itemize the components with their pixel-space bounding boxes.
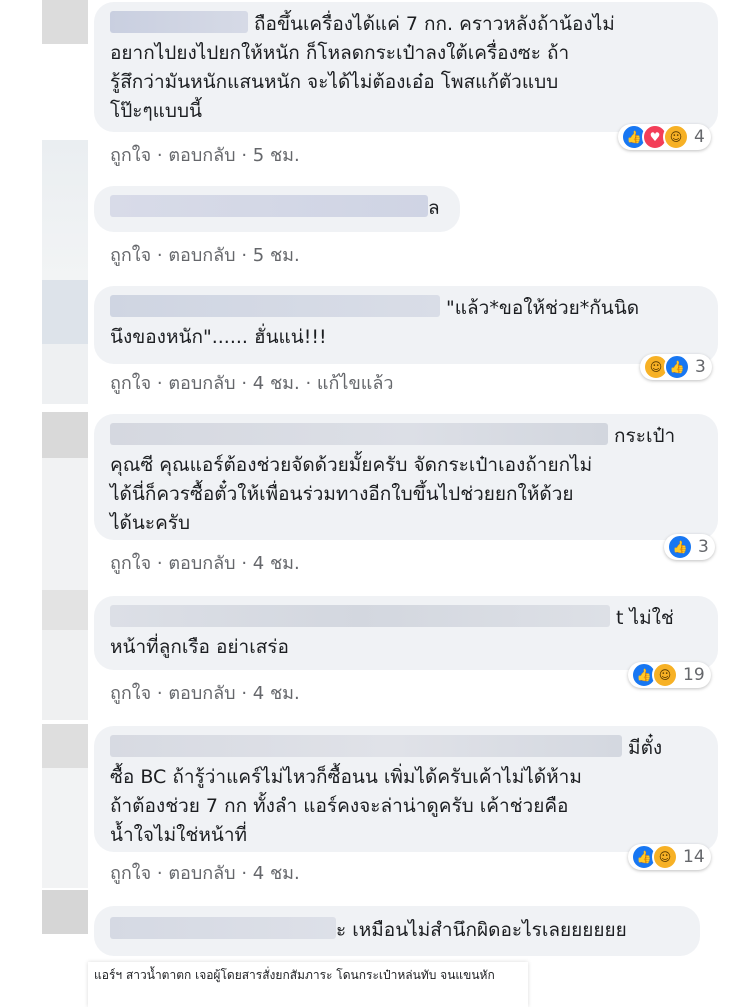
comment-bubble: "แล้ว*ขอให้ช่วย*กันนิด นึงของหนัก"......… (94, 286, 718, 364)
comment-bubble: ล (94, 186, 460, 232)
reply-link[interactable]: ตอบกลับ (168, 373, 235, 394)
comment-text: คุณซี คุณแอร์ต้องช่วยจัดด้วยมั้ยครับ จัด… (110, 454, 593, 476)
reply-link[interactable]: ตอบกลับ (168, 553, 235, 574)
avatar-column (42, 0, 88, 1007)
comment: ะ เหมือนไม่สำนึกผิดอะไรเลยยยยยย (94, 906, 700, 956)
comment-actions: ถูกใจ · ตอบกลับ · 5 ชม. (110, 245, 300, 266)
laughing-face-icon: ☺ (652, 662, 678, 688)
like-link[interactable]: ถูกใจ (110, 553, 151, 574)
comment: ล (94, 186, 460, 232)
avatar[interactable] (42, 280, 88, 344)
like-link[interactable]: ถูกใจ (110, 373, 151, 394)
comment-bubble: ถือขึ้นเครื่องได้แค่ 7 กก. คราวหลังถ้าน้… (94, 2, 718, 132)
comment-text: อยากไปยงไปยกให้หนัก ก็โหลดกระเป๋าลงใต้เค… (110, 42, 570, 64)
comment: กระเป๋า คุณซี คุณแอร์ต้องช่วยจัดด้วยมั้ย… (94, 414, 718, 540)
comment: มีตั๋ง ซื้อ BC ถ้ารู้ว่าแคร์ไม่ไหวก็ซื้อ… (94, 726, 718, 852)
reaction-summary[interactable]: ☺ 👍 3 (640, 354, 712, 380)
laughing-face-icon: ☺ (663, 124, 689, 150)
timestamp[interactable]: 4 ชม. (253, 373, 300, 394)
avatar (42, 458, 88, 590)
avatar (42, 630, 88, 720)
author-name-blurred[interactable] (110, 605, 610, 627)
reaction-count: 4 (694, 127, 705, 147)
avatar[interactable] (42, 412, 88, 458)
timestamp[interactable]: 4 ชม. (253, 683, 300, 704)
author-name-blurred[interactable] (110, 295, 440, 317)
comment-text: "แล้ว*ขอให้ช่วย*กันนิด (446, 297, 640, 319)
comment-text: รู้สึกว่ามันหนักแสนหนัก จะได้ไม่ต้องเอ๋อ… (110, 71, 559, 93)
reply-link[interactable]: ตอบกลับ (168, 245, 235, 266)
avatar[interactable] (42, 590, 88, 630)
comment-bubble: t ไม่ใช่ หน้าที่ลูกเรือ อย่าเสร่อ (94, 596, 718, 670)
edited-label[interactable]: แก้ไขแล้ว (317, 373, 394, 394)
avatar (42, 140, 88, 280)
reaction-count: 19 (683, 665, 705, 685)
timestamp[interactable]: 4 ชม. (253, 553, 300, 574)
like-link[interactable]: ถูกใจ (110, 683, 151, 704)
comment-text: หน้าที่ลูกเรือ อย่าเสร่อ (110, 636, 289, 658)
comment-text: กระเป๋า (614, 425, 676, 447)
comment: t ไม่ใช่ หน้าที่ลูกเรือ อย่าเสร่อ (94, 596, 718, 670)
comment-actions: ถูกใจ · ตอบกลับ · 4 ชม. (110, 553, 300, 574)
laughing-face-icon: ☺ (652, 844, 678, 870)
comment-actions: ถูกใจ · ตอบกลับ · 4 ชม. · แก้ไขแล้ว (110, 373, 394, 394)
reaction-summary[interactable]: 👍 3 (664, 534, 715, 560)
avatar[interactable] (42, 890, 88, 934)
avatar[interactable] (42, 0, 88, 44)
comment-text: t ไม่ใช่ (616, 607, 674, 629)
comment-text: โป๊ะๆแบบนี้ (110, 100, 203, 122)
comment-actions: ถูกใจ · ตอบกลับ · 4 ชม. (110, 683, 300, 704)
comment-bubble: ะ เหมือนไม่สำนึกผิดอะไรเลยยยยยย (94, 906, 700, 956)
comment-text: ะ เหมือนไม่สำนึกผิดอะไรเลยยยยยย (336, 919, 627, 941)
comment-text: ถือขึ้นเครื่องได้แค่ 7 กก. คราวหลังถ้าน้… (254, 13, 615, 35)
reaction-summary[interactable]: 👍 ♥ ☺ 4 (618, 124, 711, 150)
reaction-summary[interactable]: 👍 ☺ 14 (628, 844, 711, 870)
like-link[interactable]: ถูกใจ (110, 145, 151, 166)
author-name-blurred[interactable] (110, 11, 248, 33)
avatar (42, 768, 88, 888)
reaction-count: 14 (683, 847, 705, 867)
reaction-count: 3 (698, 537, 709, 557)
comment-text: ได้นี่ก็ควรซื้อตั๋วให้เพื่อนร่วมทางอีกใบ… (110, 483, 574, 505)
comment-text: ล (428, 197, 440, 219)
author-name-blurred[interactable] (110, 423, 608, 445)
like-link[interactable]: ถูกใจ (110, 245, 151, 266)
like-link[interactable]: ถูกใจ (110, 863, 151, 884)
comment-bubble: กระเป๋า คุณซี คุณแอร์ต้องช่วยจัดด้วยมั้ย… (94, 414, 718, 540)
timestamp[interactable]: 5 ชม. (253, 245, 300, 266)
comment-text: มีตั๋ง (628, 737, 663, 759)
reply-link[interactable]: ตอบกลับ (168, 863, 235, 884)
author-name-blurred[interactable] (110, 735, 622, 757)
reply-link[interactable]: ตอบกลับ (168, 145, 235, 166)
comment-text: นึงของหนัก"...... ฮั่นแน่!!! (110, 326, 327, 348)
reply-link[interactable]: ตอบกลับ (168, 683, 235, 704)
comment-text: ถ้าต้องช่วย 7 กก ทั้งลำ แอร์คงจะล่าน่าดู… (110, 795, 569, 817)
comment-actions: ถูกใจ · ตอบกลับ · 4 ชม. (110, 863, 300, 884)
thumbs-up-icon: 👍 (664, 354, 690, 380)
comment-text: ซื้อ BC ถ้ารู้ว่าแคร์ไม่ไหวก็ซื้อนน เพิ่… (110, 766, 582, 788)
comment-bubble: มีตั๋ง ซื้อ BC ถ้ารู้ว่าแคร์ไม่ไหวก็ซื้อ… (94, 726, 718, 852)
comment: "แล้ว*ขอให้ช่วย*กันนิด นึงของหนัก"......… (94, 286, 718, 364)
comment: ถือขึ้นเครื่องได้แค่ 7 กก. คราวหลังถ้าน้… (94, 2, 718, 132)
comment-text: น้ำใจไม่ใช่หน้าที่ (110, 824, 248, 846)
timestamp[interactable]: 5 ชม. (253, 145, 300, 166)
reaction-summary[interactable]: 👍 ☺ 19 (628, 662, 711, 688)
reaction-count: 3 (695, 357, 706, 377)
author-name-blurred[interactable] (110, 917, 336, 939)
author-name-blurred[interactable] (110, 195, 428, 217)
thumbs-up-icon: 👍 (667, 534, 693, 560)
timestamp[interactable]: 4 ชม. (253, 863, 300, 884)
comment-text: ได้นะครับ (110, 512, 191, 534)
avatar[interactable] (42, 724, 88, 768)
comment-actions: ถูกใจ · ตอบกลับ · 5 ชม. (110, 145, 300, 166)
avatar (42, 344, 88, 404)
article-caption: แอร์ฯ สาวน้ำตาตก เจอผู้โดยสารสั่งยกสัมภา… (88, 962, 528, 1007)
